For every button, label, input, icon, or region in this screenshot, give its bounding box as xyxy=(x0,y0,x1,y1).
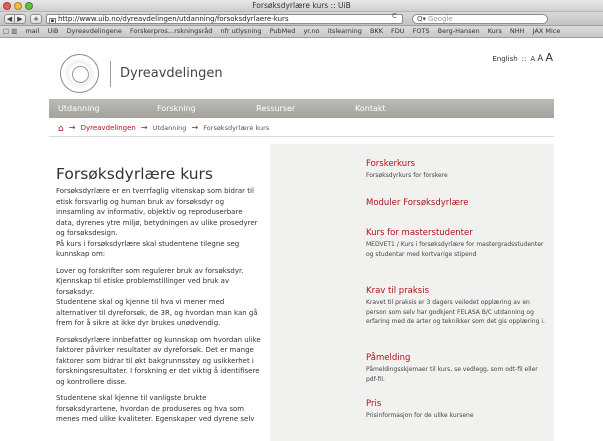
bookmark-item[interactable]: Forskerpros…rskningsråd xyxy=(130,26,212,37)
sidebar-link[interactable]: Forskerkurs xyxy=(366,159,548,170)
sidebar-desc: Påmeldingsskjemaer til kurs, se vedlegg,… xyxy=(366,366,538,383)
content-paragraph: På kurs i forsøksdyrlære skal studentene… xyxy=(56,239,240,259)
search-input[interactable]: Q▾ Google xyxy=(412,14,548,24)
main-content: Forsøksdyrlære kurs Forsøksdyrlære er en… xyxy=(56,166,262,431)
language-bar: English:: A A A xyxy=(492,51,553,64)
web-page: English:: A A A Dyreavdelingen Utdanning … xyxy=(0,39,603,441)
sidebar-item-moduler: Moduler Forsøksdyrlære xyxy=(366,198,548,209)
content-paragraph: Lover og forskrifter som regulerer bruk … xyxy=(56,266,244,296)
site-favicon-icon: ▪ xyxy=(49,18,56,24)
forward-button[interactable]: ▶ xyxy=(15,14,26,24)
bookmark-item[interactable]: FOTS xyxy=(413,26,430,37)
sidebar-item-pris: Pris Prisinformasjon for de ulike kursen… xyxy=(366,399,548,421)
browser-toolbar: ◀ ▶ + ▪ http://www.uib.no/dyreavdelingen/… xyxy=(0,12,603,26)
sidebar-link[interactable]: Moduler Forsøksdyrlære xyxy=(366,198,548,209)
back-button[interactable]: ◀ xyxy=(4,14,15,24)
bookmark-item[interactable]: Berg-Hansen xyxy=(438,26,480,37)
bookmark-item[interactable]: yr.no xyxy=(303,26,319,37)
breadcrumb-arrow-icon: → xyxy=(140,123,148,132)
font-size-large-button[interactable]: A xyxy=(545,51,553,64)
sidebar-desc: Kravet til praksis er 3 dagers veiledet … xyxy=(366,299,545,325)
add-bookmark-button[interactable]: + xyxy=(30,14,42,24)
breadcrumb-divider xyxy=(49,136,554,137)
sidebar-link[interactable]: Krav til praksis xyxy=(366,286,548,297)
bookmark-item[interactable]: NHH xyxy=(510,26,525,37)
sidebar-item-krav: Krav til praksis Kravet til praksis er 3… xyxy=(366,286,548,327)
sidebar-desc: MEDVET1 / Kurs i forsøksdyrlære for mast… xyxy=(366,241,544,258)
related-links-box: Forskerkurs Forsøksdyrkurs for forskere … xyxy=(270,144,554,441)
site-name[interactable]: Dyreavdelingen xyxy=(120,66,223,81)
font-size-small-button[interactable]: A xyxy=(530,55,535,63)
sidebar-item-forskerkurs: Forskerkurs Forsøksdyrkurs for forskere xyxy=(366,159,548,181)
page-title: Forsøksdyrlære kurs xyxy=(56,165,214,183)
breadcrumb-dyreavdelingen[interactable]: Dyreavdelingen xyxy=(81,124,136,132)
sidebar-item-pamelding: Påmelding Påmeldingsskjemaer til kurs, s… xyxy=(366,353,548,384)
sidebar-link[interactable]: Påmelding xyxy=(366,353,548,364)
window-titlebar: Forsøksdyrlære kurs :: UiB xyxy=(0,0,603,12)
bookmarks-menu-icon[interactable]: □ ▥ xyxy=(3,26,17,37)
bookmark-item[interactable]: BKK xyxy=(370,26,383,37)
nav-kontakt[interactable]: Kontakt xyxy=(355,104,386,113)
reload-icon[interactable]: C xyxy=(392,12,397,20)
breadcrumb: ⌂ → Dyreavdelingen → Utdanning → Forsøks… xyxy=(58,123,269,134)
sidebar-link[interactable]: Kurs for masterstudenter xyxy=(366,228,548,239)
nav-ressurser[interactable]: Ressurser xyxy=(256,104,295,113)
window-title: Forsøksdyrlære kurs :: UiB xyxy=(252,1,351,10)
sidebar-link[interactable]: Pris xyxy=(366,399,548,410)
breadcrumb-arrow-icon: → xyxy=(191,123,199,132)
bookmark-item[interactable]: UiB xyxy=(47,26,58,37)
url-text: http://www.uib.no/dyreavdelingen/utdanni… xyxy=(58,15,289,23)
sidebar-item-masterkurs: Kurs for masterstudenter MEDVET1 / Kurs … xyxy=(366,228,548,259)
font-size-medium-button[interactable]: A xyxy=(537,54,543,64)
bookmark-item[interactable]: FDU xyxy=(391,26,405,37)
content-paragraph: Forsøksdyrlære innbefatter og kunnskap o… xyxy=(56,335,261,386)
nav-utdanning[interactable]: Utdanning xyxy=(58,104,99,113)
nav-forskning[interactable]: Forskning xyxy=(157,104,196,113)
bookmark-item[interactable]: mail xyxy=(25,26,39,37)
main-nav: Utdanning Forskning Ressurser Kontakt xyxy=(49,99,554,118)
sidebar-desc: Prisinformasjon for de ulike kursene xyxy=(366,412,474,419)
bookmark-item[interactable]: Dyreavdelingene xyxy=(67,26,122,37)
bookmark-item[interactable]: itslearning xyxy=(328,26,362,37)
address-bar[interactable]: ▪ http://www.uib.no/dyreavdelingen/utdann… xyxy=(46,14,403,24)
breadcrumb-utdanning[interactable]: Utdanning xyxy=(153,124,187,132)
bookmark-item[interactable]: PubMed xyxy=(270,26,296,37)
content-paragraph: Studentene skal og kjenne til hva vi men… xyxy=(56,298,258,327)
bookmark-item[interactable]: nfr utlysning xyxy=(220,26,261,37)
bookmark-item[interactable]: Kurs xyxy=(488,26,502,37)
content-paragraph: Studentene skal kjenne til vanligste bru… xyxy=(56,394,255,423)
breadcrumb-arrow-icon: → xyxy=(68,123,76,132)
home-icon[interactable]: ⌂ xyxy=(58,124,64,134)
bookmark-item[interactable]: JAX Mice xyxy=(533,26,561,37)
sidebar-desc: Forsøksdyrkurs for forskere xyxy=(366,172,448,179)
breadcrumb-current: Forsøksdyrlære kurs xyxy=(203,124,270,132)
lang-separator: :: xyxy=(521,55,527,63)
search-placeholder: Google xyxy=(428,15,453,23)
content-paragraph: Forsøksdyrlære er en tverrfaglig vitensk… xyxy=(56,187,258,237)
english-link[interactable]: English xyxy=(492,55,517,63)
logo-divider xyxy=(110,61,111,87)
bookmarks-bar: □ ▥ mail UiB Dyreavdelingene Forskerpros… xyxy=(0,26,603,38)
uib-seal-logo[interactable] xyxy=(60,54,99,93)
search-icon: Q▾ xyxy=(417,15,427,23)
